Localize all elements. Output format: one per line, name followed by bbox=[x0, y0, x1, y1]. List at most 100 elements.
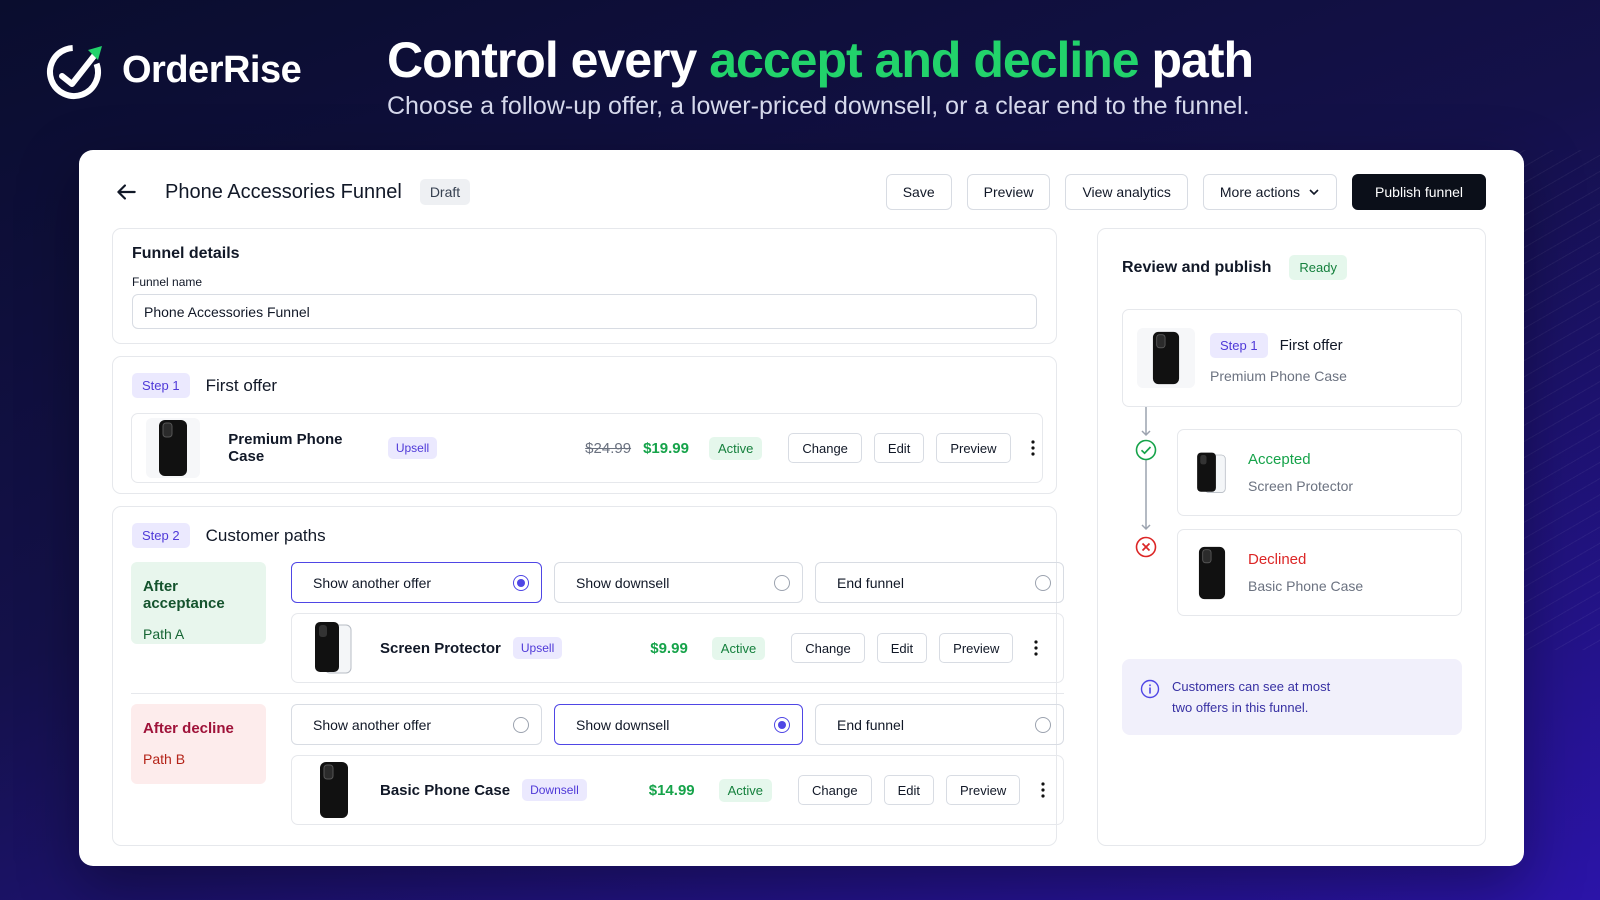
option-label: Show another offer bbox=[313, 574, 432, 591]
step1-badge: Step 1 bbox=[132, 373, 190, 398]
option-label: End funnel bbox=[837, 574, 904, 591]
path-a-option-downsell[interactable]: Show downsell bbox=[554, 562, 803, 603]
flow-first-offer: Step 1 First offer Premium Phone Case bbox=[1122, 309, 1462, 407]
radio[interactable] bbox=[774, 574, 790, 591]
edit-button[interactable]: Edit bbox=[876, 633, 928, 663]
phone-case-icon bbox=[320, 762, 348, 818]
active-badge: Active bbox=[708, 436, 763, 460]
step1-panel: Step 1 First offer Premium Phone Case Up… bbox=[112, 356, 1057, 494]
hero: Control every accept and decline path Ch… bbox=[387, 30, 1255, 121]
funnel-name-label: Funnel name bbox=[132, 275, 203, 289]
status-badge: Draft bbox=[419, 179, 471, 205]
radio-selected[interactable] bbox=[513, 574, 529, 591]
path-a-label: After acceptance Path A bbox=[131, 562, 266, 644]
path-a-title: After acceptance bbox=[143, 578, 225, 612]
path-a-option-another-offer[interactable]: Show another offer bbox=[291, 562, 542, 603]
flow-accepted-text: Accepted Screen Protector bbox=[1248, 451, 1353, 494]
review-header: Review and publish Ready bbox=[1122, 255, 1347, 280]
change-button[interactable]: Change bbox=[788, 433, 862, 463]
change-button[interactable]: Change bbox=[798, 775, 872, 805]
more-actions-button[interactable]: More actions bbox=[1202, 174, 1338, 210]
hero-subtitle: Choose a follow-up offer, a lower-priced… bbox=[387, 92, 1250, 120]
edit-button[interactable]: Edit bbox=[873, 433, 925, 463]
path-a-product-row: Screen Protector Upsell $9.99 Active Cha… bbox=[291, 613, 1064, 683]
path-b-option-another-offer[interactable]: Show another offer bbox=[291, 704, 542, 745]
step2-header: Step 2 Customer paths bbox=[132, 523, 326, 548]
offer-price: $9.99 bbox=[650, 639, 688, 657]
preview-offer-button[interactable]: Preview bbox=[936, 433, 1011, 463]
info-line-2: two offers in this funnel. bbox=[1172, 699, 1309, 715]
product-name: Basic Phone Case bbox=[380, 781, 511, 799]
accepted-label: Accepted bbox=[1248, 451, 1311, 468]
brand-name: OrderRise bbox=[122, 48, 302, 91]
funnel-details-panel: Funnel details Funnel name bbox=[112, 228, 1057, 344]
chevron-down-icon bbox=[1309, 189, 1319, 196]
more-options-icon[interactable] bbox=[1034, 779, 1052, 801]
flow-declined-thumbnail bbox=[1190, 542, 1234, 603]
publish-funnel-button[interactable]: Publish funnel bbox=[1352, 174, 1486, 210]
brand-logo: OrderRise bbox=[44, 38, 302, 102]
path-b-title: After decline bbox=[143, 720, 234, 737]
radio[interactable] bbox=[1035, 716, 1051, 733]
hero-title: Control every accept and decline path bbox=[387, 30, 1255, 90]
step1-product-row: Premium Phone Case Upsell $24.99 $19.99 … bbox=[131, 413, 1043, 483]
option-label: Show downsell bbox=[576, 574, 670, 591]
preview-offer-button[interactable]: Preview bbox=[946, 775, 1021, 805]
phone-case-icon bbox=[159, 420, 188, 476]
step2-title: Customer paths bbox=[205, 525, 326, 545]
step2-badge: Step 2 bbox=[132, 523, 190, 548]
path-b-option-end-funnel[interactable]: End funnel bbox=[815, 704, 1064, 745]
funnel-name-input[interactable] bbox=[132, 294, 1037, 329]
funnel-editor-card: Phone Accessories Funnel Draft Save Prev… bbox=[79, 150, 1524, 866]
product-tag: Downsell bbox=[522, 779, 587, 801]
save-button[interactable]: Save bbox=[885, 174, 952, 210]
edit-button[interactable]: Edit bbox=[883, 775, 934, 805]
flow-declined: Declined Basic Phone Case bbox=[1177, 529, 1462, 616]
ready-badge: Ready bbox=[1289, 255, 1347, 280]
flow-first-text: Step 1 First offer Premium Phone Case bbox=[1210, 332, 1347, 384]
declined-product: Basic Phone Case bbox=[1248, 578, 1364, 594]
flow-first-title: First offer bbox=[1279, 336, 1343, 354]
radio-selected[interactable] bbox=[774, 716, 790, 733]
path-divider bbox=[131, 693, 1064, 694]
hero-title-accent: accept and decline bbox=[709, 32, 1139, 88]
screen-protector-icon bbox=[1197, 452, 1226, 493]
option-label: End funnel bbox=[837, 716, 904, 733]
flow-connector bbox=[1141, 407, 1151, 531]
change-button[interactable]: Change bbox=[791, 633, 865, 663]
orderrise-logo-icon bbox=[47, 45, 102, 99]
more-actions-label: More actions bbox=[1219, 184, 1301, 200]
screen-protector-thumbnail bbox=[310, 618, 358, 678]
info-icon bbox=[1140, 679, 1160, 699]
info-line-1: Customers can see at most bbox=[1172, 679, 1331, 694]
path-a-option-end-funnel[interactable]: End funnel bbox=[815, 562, 1064, 603]
more-options-icon[interactable] bbox=[1025, 437, 1042, 459]
option-label: Show downsell bbox=[576, 716, 670, 733]
accepted-product: Screen Protector bbox=[1248, 478, 1354, 494]
page-title: Phone Accessories Funnel bbox=[165, 180, 402, 203]
hero-title-start: Control every bbox=[387, 32, 710, 88]
more-options-icon[interactable] bbox=[1027, 637, 1045, 659]
declined-x-icon bbox=[1135, 536, 1157, 558]
radio[interactable] bbox=[1035, 574, 1051, 591]
screen-protector-icon bbox=[315, 622, 352, 674]
path-a-subtitle: Path A bbox=[143, 626, 185, 642]
flow-accepted-thumbnail bbox=[1190, 442, 1234, 503]
radio[interactable] bbox=[513, 716, 529, 733]
preview-offer-button[interactable]: Preview bbox=[939, 633, 1014, 663]
review-title: Review and publish bbox=[1122, 258, 1272, 276]
phone-case-thumbnail bbox=[146, 418, 201, 478]
path-b-label: After decline Path B bbox=[131, 704, 266, 784]
offer-price: $14.99 bbox=[648, 781, 695, 799]
back-arrow-icon[interactable] bbox=[113, 179, 139, 205]
path-b-subtitle: Path B bbox=[143, 751, 186, 767]
hero-title-end: path bbox=[1138, 32, 1255, 88]
view-analytics-button[interactable]: View analytics bbox=[1065, 174, 1188, 210]
option-label: Show another offer bbox=[313, 716, 432, 733]
preview-button[interactable]: Preview bbox=[966, 174, 1051, 210]
product-tag: Upsell bbox=[512, 637, 563, 659]
path-b-product-row: Basic Phone Case Downsell $14.99 Active … bbox=[291, 755, 1064, 825]
accepted-check-icon bbox=[1135, 439, 1157, 461]
review-panel: Review and publish Ready Step 1 First of… bbox=[1097, 228, 1486, 846]
path-b-option-downsell[interactable]: Show downsell bbox=[554, 704, 803, 745]
